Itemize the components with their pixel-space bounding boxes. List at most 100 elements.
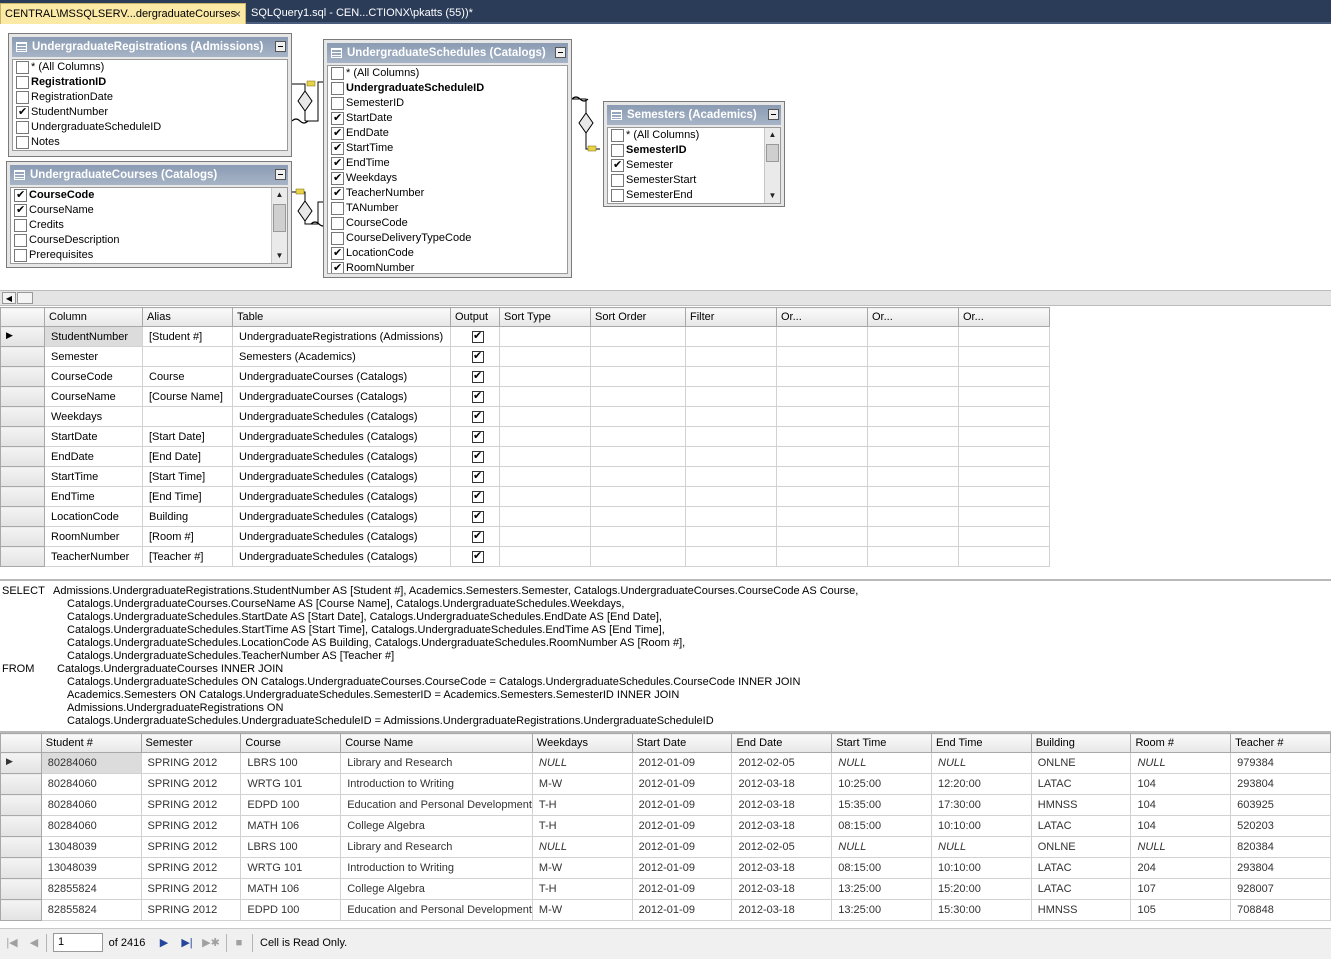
results-cell[interactable]: 928007 — [1230, 878, 1331, 900]
criteria-table-cell[interactable]: UndergraduateCourses (Catalogs) — [232, 386, 451, 407]
results-cell[interactable]: NULL — [931, 836, 1032, 858]
results-cell[interactable]: 13:25:00 — [831, 899, 933, 921]
row-selector[interactable] — [0, 794, 42, 816]
criteria-alias-cell[interactable]: [Course Name] — [142, 386, 233, 407]
results-cell[interactable]: SPRING 2012 — [140, 878, 242, 900]
criteria-alias-cell[interactable] — [142, 346, 233, 367]
criteria-output-cell[interactable] — [450, 446, 500, 467]
criteria-row[interactable]: StartTime [Start Time] UndergraduateSchedu… — [0, 466, 1050, 487]
results-cell[interactable]: 2012-03-18 — [731, 794, 833, 816]
column-checkbox[interactable] — [611, 144, 624, 157]
column-row[interactable]: TANumber — [328, 201, 567, 216]
criteria-empty-cell[interactable] — [499, 486, 591, 507]
criteria-empty-cell[interactable] — [958, 526, 1050, 547]
results-cell[interactable]: 2012-01-09 — [631, 899, 733, 921]
criteria-row[interactable]: CourseName [Course Name] UndergraduateCour… — [0, 386, 1050, 407]
table-box-undergraduate-courses[interactable]: UndergraduateCourses (Catalogs) CourseCo… — [6, 161, 292, 268]
results-cell[interactable]: 17:30:00 — [931, 794, 1032, 816]
results-cell[interactable]: NULL — [831, 752, 933, 774]
criteria-table-cell[interactable]: UndergraduateSchedules (Catalogs) — [232, 546, 451, 567]
previous-record-icon[interactable]: ◀ — [28, 935, 40, 951]
criteria-row[interactable]: EndDate [End Date] UndergraduateSchedules … — [0, 446, 1050, 467]
row-selector[interactable] — [0, 446, 45, 467]
results-cell[interactable]: EDPD 100 — [240, 899, 342, 921]
results-row[interactable]: 82855824 SPRING 2012 MATH 106 College Algeb… — [0, 878, 1331, 900]
criteria-empty-cell[interactable] — [867, 546, 959, 567]
criteria-empty-cell[interactable] — [776, 506, 868, 527]
criteria-output-cell[interactable] — [450, 426, 500, 447]
results-cell[interactable]: 10:10:00 — [931, 815, 1032, 837]
column-checkbox[interactable] — [331, 217, 344, 230]
criteria-column-header[interactable]: Or... — [867, 307, 959, 327]
results-cell[interactable]: NULL — [531, 836, 633, 858]
table-box-semesters[interactable]: Semesters (Academics) * (All Columns) Sem… — [603, 101, 785, 207]
column-checkbox[interactable] — [331, 232, 344, 245]
results-cell[interactable]: LATAC — [1030, 878, 1132, 900]
minimize-icon[interactable] — [275, 41, 286, 52]
column-row[interactable]: CourseDescription — [11, 233, 287, 248]
results-cell[interactable]: 293804 — [1230, 773, 1331, 795]
results-cell[interactable]: 2012-02-05 — [731, 752, 833, 774]
results-cell[interactable]: 2012-03-18 — [731, 878, 833, 900]
results-cell[interactable]: College Algebra — [340, 878, 533, 900]
row-selector[interactable] — [0, 857, 42, 879]
criteria-empty-cell[interactable] — [499, 446, 591, 467]
results-cell[interactable]: 2012-01-09 — [631, 878, 733, 900]
criteria-empty-cell[interactable] — [590, 466, 686, 487]
results-row[interactable]: 13048039 SPRING 2012 WRTG 101 Introduction … — [0, 857, 1331, 879]
criteria-empty-cell[interactable] — [776, 486, 868, 507]
column-checkbox[interactable] — [16, 121, 29, 134]
last-record-icon[interactable]: ▶| — [180, 935, 194, 951]
results-cell[interactable]: 10:25:00 — [831, 773, 933, 795]
criteria-column-cell[interactable]: CourseCode — [44, 366, 143, 387]
column-checkbox[interactable] — [331, 171, 344, 186]
results-cell[interactable]: 2012-01-09 — [631, 752, 733, 774]
column-checkbox[interactable] — [16, 105, 29, 120]
criteria-empty-cell[interactable] — [958, 386, 1050, 407]
results-row[interactable]: 80284060 SPRING 2012 MATH 106 College Algeb… — [0, 815, 1331, 837]
scroll-down-arrow-icon[interactable]: ▼ — [765, 189, 780, 203]
criteria-row[interactable]: LocationCode Building UndergraduateSchedul… — [0, 506, 1050, 527]
row-selector[interactable] — [0, 466, 45, 487]
column-row[interactable]: SemesterStart — [608, 173, 780, 188]
column-row[interactable]: StartTime — [328, 141, 567, 156]
results-cell[interactable]: MATH 106 — [240, 815, 342, 837]
results-cell[interactable]: M-W — [531, 899, 633, 921]
criteria-empty-cell[interactable] — [958, 406, 1050, 427]
criteria-output-cell[interactable] — [450, 386, 500, 407]
criteria-table-cell[interactable]: UndergraduateCourses (Catalogs) — [232, 366, 451, 387]
results-cell[interactable]: ONLNE — [1030, 752, 1132, 774]
criteria-empty-cell[interactable] — [499, 546, 591, 567]
results-cell[interactable]: 2012-01-09 — [631, 773, 733, 795]
results-cell[interactable]: M-W — [531, 773, 633, 795]
criteria-empty-cell[interactable] — [867, 506, 959, 527]
output-checkbox[interactable] — [472, 409, 484, 423]
column-row[interactable]: * (All Columns) — [608, 128, 780, 143]
criteria-row[interactable]: TeacherNumber [Teacher #] UndergraduateSch… — [0, 546, 1050, 567]
output-checkbox[interactable] — [472, 489, 484, 503]
criteria-column-cell[interactable]: Semester — [44, 346, 143, 367]
results-column-header[interactable]: End Time — [931, 733, 1032, 753]
results-column-header[interactable]: Course Name — [340, 733, 533, 753]
column-row[interactable]: LocationCode — [328, 246, 567, 261]
results-cell[interactable]: WRTG 101 — [240, 773, 342, 795]
column-checkbox[interactable] — [331, 82, 344, 95]
row-selector[interactable] — [0, 406, 45, 427]
results-cell[interactable]: 80284060 — [40, 752, 142, 774]
criteria-column-header[interactable]: Sort Type — [499, 307, 591, 327]
criteria-row[interactable]: Semester Semesters (Academics) — [0, 346, 1050, 367]
results-cell[interactable]: M-W — [531, 857, 633, 879]
results-cell[interactable]: SPRING 2012 — [140, 836, 242, 858]
criteria-row[interactable]: StartDate [Start Date] UndergraduateSchedu… — [0, 426, 1050, 447]
criteria-empty-cell[interactable] — [776, 386, 868, 407]
results-cell[interactable]: 2012-02-05 — [731, 836, 833, 858]
criteria-empty-cell[interactable] — [499, 366, 591, 387]
column-row[interactable]: EndTime — [328, 156, 567, 171]
criteria-table-cell[interactable]: UndergraduateSchedules (Catalogs) — [232, 526, 451, 547]
criteria-output-cell[interactable] — [450, 466, 500, 487]
column-checkbox[interactable] — [16, 76, 29, 89]
criteria-empty-cell[interactable] — [685, 526, 777, 547]
criteria-output-cell[interactable] — [450, 546, 500, 567]
column-checkbox[interactable] — [331, 186, 344, 201]
criteria-column-header[interactable]: Or... — [776, 307, 868, 327]
